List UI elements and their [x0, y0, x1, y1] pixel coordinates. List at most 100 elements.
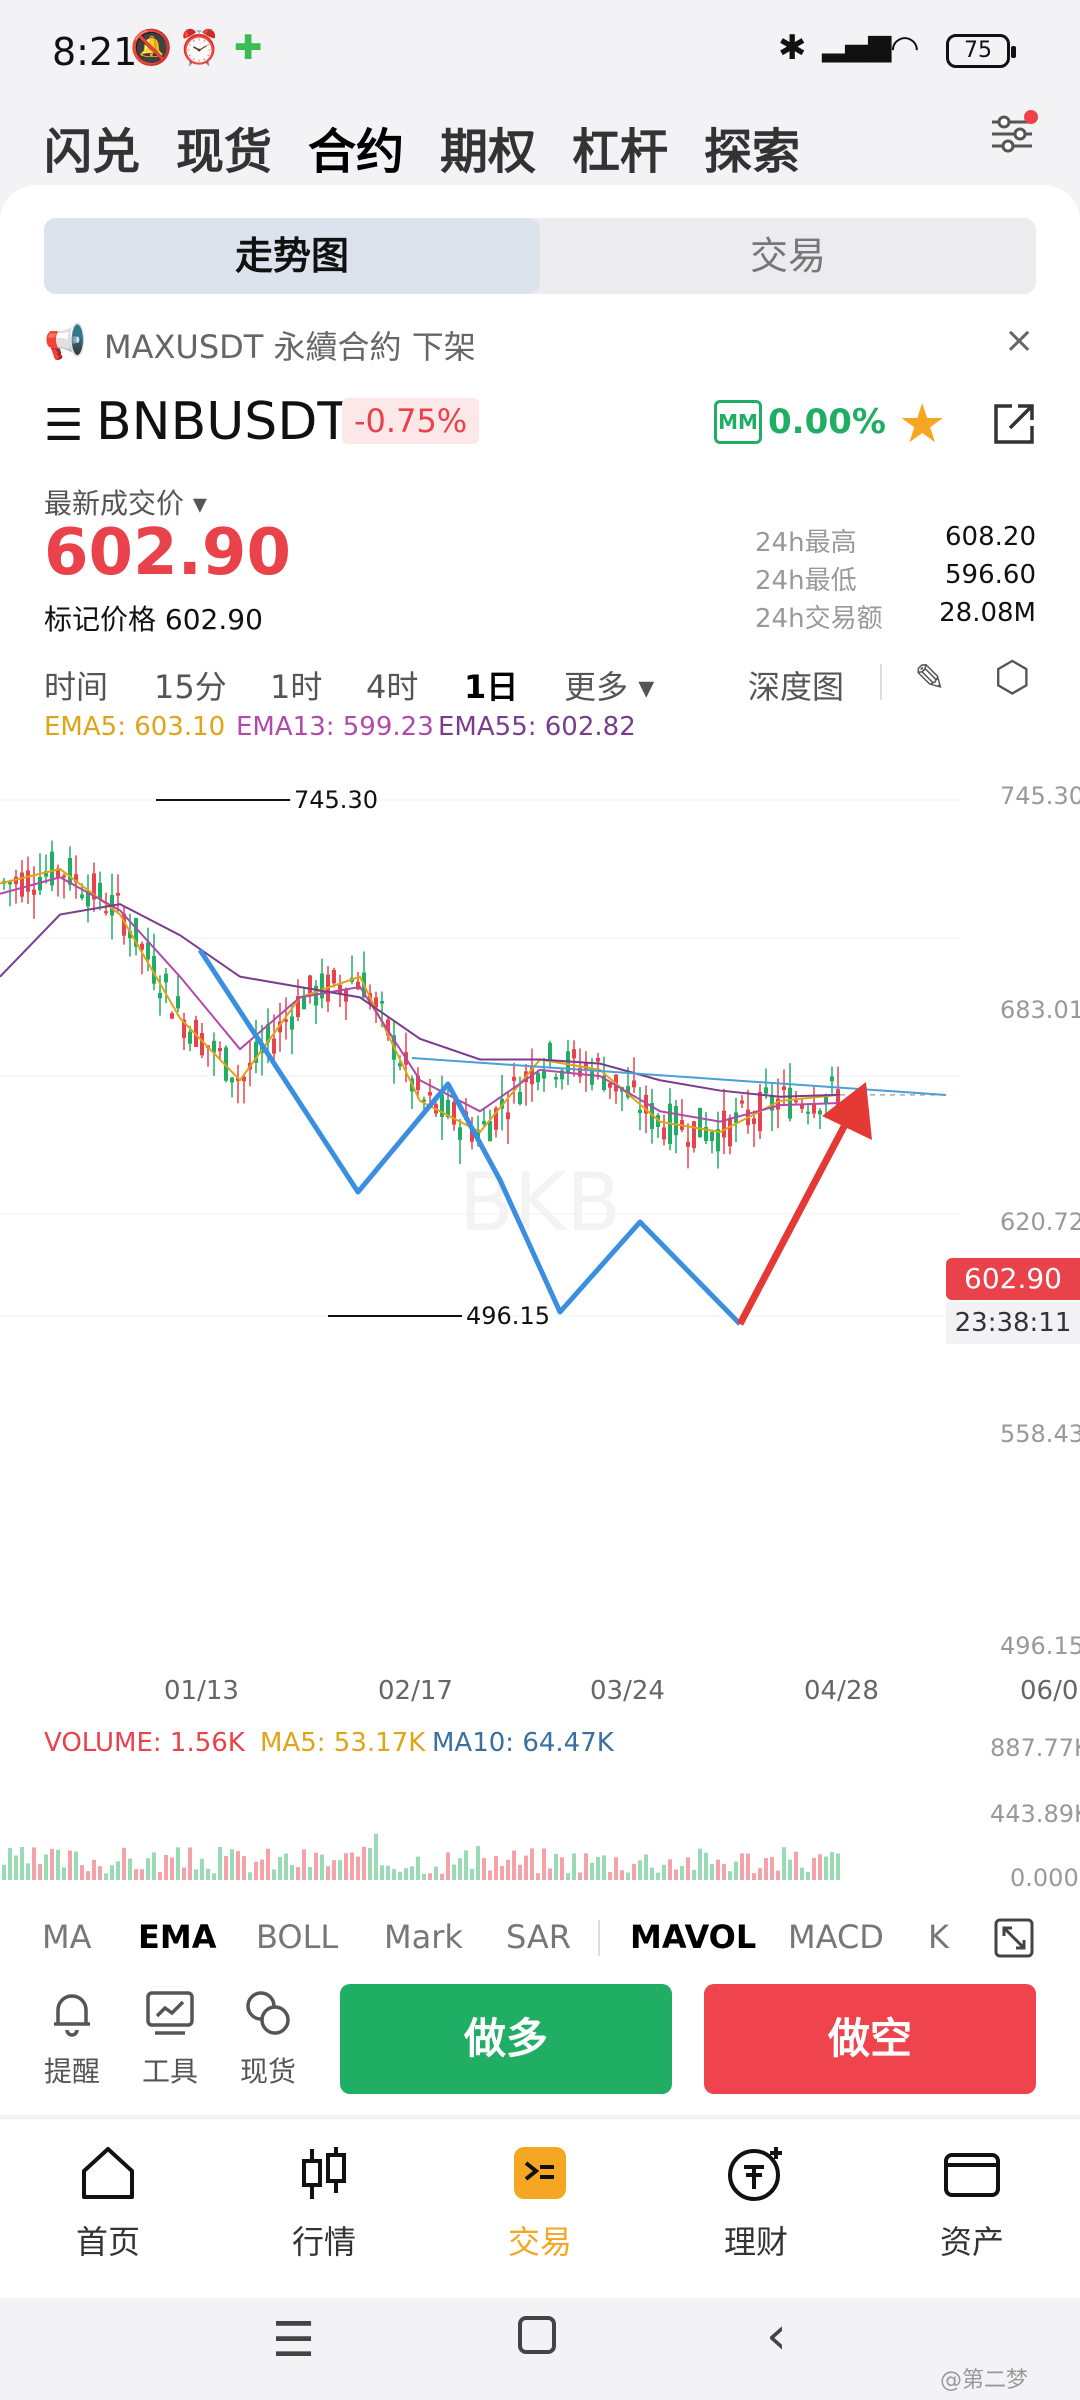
long-button[interactable]: 做多: [340, 1984, 672, 2094]
x-tick: 06/0: [1020, 1676, 1079, 1706]
volume-bar: [764, 1858, 768, 1880]
candle-body: [818, 1110, 822, 1115]
volume-bar: [752, 1873, 756, 1880]
volume-bar: [380, 1865, 384, 1880]
tf-4h[interactable]: 4时: [366, 662, 418, 708]
star-icon[interactable]: ★: [898, 392, 946, 455]
tab-spot[interactable]: 现货: [176, 112, 272, 182]
tf-1d[interactable]: 1日: [464, 662, 518, 708]
high-price-label: 745.30: [294, 786, 378, 814]
tab-explore[interactable]: 探索: [704, 112, 800, 182]
segment-trade[interactable]: 交易: [540, 218, 1036, 294]
segment-chart[interactable]: 走势图: [44, 218, 540, 294]
ind-sar[interactable]: SAR: [506, 1918, 571, 1956]
candle-body: [200, 1033, 204, 1056]
ind-boll[interactable]: BOLL: [256, 1918, 338, 1956]
stat-turnover-label: 24h交易额: [755, 604, 883, 634]
volume-bar: [512, 1850, 516, 1880]
candle-body: [380, 1001, 384, 1004]
volume-bar: [482, 1858, 486, 1880]
x-tick: 04/28: [804, 1676, 879, 1706]
volume-bar: [830, 1851, 834, 1880]
ind-ma[interactable]: MA: [42, 1918, 92, 1956]
nav-markets[interactable]: 行情: [244, 2143, 404, 2263]
last-price: 602.90: [44, 516, 291, 590]
recents-icon[interactable]: ☰: [272, 2312, 315, 2368]
tab-margin[interactable]: 杠杆: [572, 112, 668, 182]
volume-bar: [716, 1859, 720, 1880]
volume-bar: [266, 1848, 270, 1880]
volume-bar: [182, 1867, 186, 1880]
volume-bar: [440, 1873, 444, 1880]
symbol-menu-icon[interactable]: ☰: [44, 400, 83, 451]
volume-bar: [218, 1847, 222, 1880]
candle-body: [272, 1038, 276, 1054]
ind-ema[interactable]: EMA: [138, 1918, 216, 1956]
tab-flash-swap[interactable]: 闪兑: [44, 112, 140, 182]
candle-body: [62, 875, 66, 878]
volume-bar: [158, 1872, 162, 1880]
volume-chart: [2, 1833, 840, 1880]
volume-bar: [704, 1852, 708, 1880]
nav-trade[interactable]: 交易: [460, 2143, 620, 2263]
volume-bar: [560, 1857, 564, 1880]
candlestick-chart[interactable]: BKB 745.30 496.15: [0, 760, 1080, 1680]
depth-chart-tab[interactable]: 深度图: [748, 662, 844, 708]
ind-mavol[interactable]: MAVOL: [630, 1918, 756, 1956]
volume-bar: [302, 1849, 306, 1880]
tf-time[interactable]: 时间: [44, 662, 108, 708]
back-icon[interactable]: ‹: [766, 2306, 787, 2366]
tools-tool[interactable]: 工具: [130, 1988, 210, 2090]
divider: [598, 1920, 600, 1956]
volume-bar: [602, 1855, 606, 1880]
mark-price: 标记价格 602.90: [44, 603, 263, 636]
tf-1h[interactable]: 1时: [270, 662, 322, 708]
volume-bar: [26, 1863, 30, 1880]
volume-bar: [2, 1864, 6, 1880]
volume-bar: [650, 1867, 654, 1880]
bluetooth-icon: ✱: [778, 28, 807, 68]
megaphone-icon: 📢: [44, 322, 87, 362]
candle-body: [26, 870, 30, 892]
ind-macd[interactable]: MACD: [788, 1918, 884, 1956]
vol-tick: 0.000: [1010, 1864, 1079, 1892]
candle-body: [218, 1047, 222, 1052]
status-bar: 8:21 🔕 ⏰ ✚ ✱ ▂▄▆ ◠ 75: [0, 0, 1080, 100]
ind-mark[interactable]: Mark: [384, 1918, 463, 1956]
tab-futures[interactable]: 合约: [308, 112, 404, 182]
volume-bar: [806, 1871, 810, 1880]
tab-options[interactable]: 期权: [440, 112, 536, 182]
ema5-label: EMA5: 603.10: [44, 712, 226, 742]
candle-body: [740, 1100, 744, 1104]
volume-bar: [326, 1866, 330, 1880]
nav-earn[interactable]: 理财: [676, 2143, 836, 2263]
chart-settings-icon[interactable]: ⬡: [994, 652, 1031, 701]
volume-bar: [98, 1866, 102, 1880]
volume-bar: [164, 1854, 168, 1880]
candle-countdown: 23:38:11: [946, 1302, 1080, 1344]
volume-bar: [500, 1865, 504, 1880]
draw-pencil-icon[interactable]: ✎: [914, 656, 946, 700]
tf-more[interactable]: 更多 ▾: [564, 662, 654, 708]
home-square-icon[interactable]: [518, 2316, 556, 2354]
share-external-icon[interactable]: [990, 400, 1038, 448]
y-tick: 496.15: [1000, 1632, 1080, 1660]
stat-high-label: 24h最高: [755, 528, 857, 558]
symbol-name[interactable]: BNBUSDT: [96, 392, 349, 452]
volume-bar: [68, 1850, 72, 1880]
notice-text[interactable]: MAXUSDT 永續合約 下架: [104, 322, 476, 368]
alert-tool[interactable]: 提醒: [32, 1988, 112, 2090]
volume-bar: [788, 1859, 792, 1880]
fullscreen-icon[interactable]: [994, 1918, 1034, 1958]
system-nav: ☰ ‹: [0, 2298, 1080, 2400]
close-icon[interactable]: ×: [1004, 320, 1034, 361]
volume-bar: [260, 1859, 264, 1880]
tf-15m[interactable]: 15分: [154, 662, 227, 708]
ema55-label: EMA55: 602.82: [438, 712, 636, 742]
spot-tool[interactable]: 现货: [228, 1988, 308, 2090]
nav-home[interactable]: 首页: [28, 2143, 188, 2263]
ind-k[interactable]: K: [928, 1918, 949, 1956]
volume-bar: [32, 1847, 36, 1880]
short-button[interactable]: 做空: [704, 1984, 1036, 2094]
nav-assets[interactable]: 资产: [892, 2143, 1052, 2263]
